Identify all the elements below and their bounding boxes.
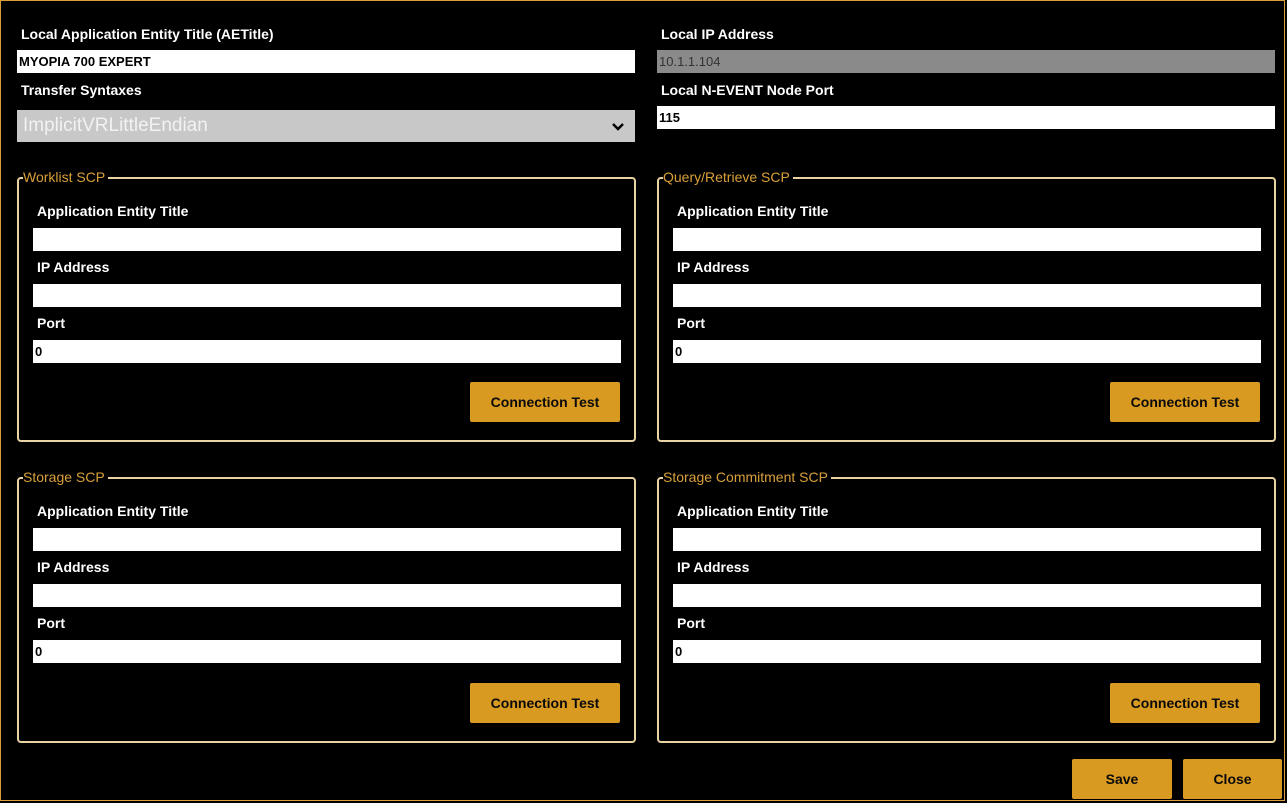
port-label: Port: [677, 615, 705, 631]
storage-commitment-scp-group: Storage Commitment SCP Application Entit…: [657, 469, 1276, 743]
ae-title-label: Application Entity Title: [37, 503, 189, 519]
storage-scp-group: Storage SCP Application Entity Title IP …: [17, 469, 636, 743]
worklist-connection-test-button[interactable]: Connection Test: [470, 382, 620, 422]
close-button[interactable]: Close: [1183, 759, 1282, 799]
ip-address-label: IP Address: [37, 559, 110, 575]
local-ip-input: [657, 50, 1275, 73]
commitment-ip-input[interactable]: [673, 584, 1261, 607]
transfer-syntaxes-label: Transfer Syntaxes: [21, 82, 142, 98]
port-label: Port: [677, 315, 705, 331]
worklist-scp-group: Worklist SCP Application Entity Title IP…: [17, 169, 636, 442]
commitment-ae-title-input[interactable]: [673, 528, 1261, 551]
chevron-down-icon: [612, 123, 624, 131]
ae-title-label: Application Entity Title: [37, 203, 189, 219]
worklist-port-input[interactable]: [33, 340, 621, 363]
ip-address-label: IP Address: [677, 559, 750, 575]
port-label: Port: [37, 615, 65, 631]
storage-ip-input[interactable]: [33, 584, 621, 607]
worklist-scp-title: Worklist SCP: [23, 169, 109, 185]
local-ae-title-label: Local Application Entity Title (AETitle): [21, 26, 274, 42]
query-ip-input[interactable]: [673, 284, 1261, 307]
ae-title-label: Application Entity Title: [677, 203, 829, 219]
storage-commitment-scp-title: Storage Commitment SCP: [663, 469, 831, 485]
ae-title-label: Application Entity Title: [677, 503, 829, 519]
transfer-syntax-selected: ImplicitVRLittleEndian: [23, 115, 208, 136]
storage-ae-title-input[interactable]: [33, 528, 621, 551]
storage-port-input[interactable]: [33, 640, 621, 663]
ip-address-label: IP Address: [677, 259, 750, 275]
save-button[interactable]: Save: [1072, 759, 1172, 799]
query-retrieve-scp-group: Query/Retrieve SCP Application Entity Ti…: [657, 169, 1276, 442]
port-label: Port: [37, 315, 65, 331]
worklist-ae-title-input[interactable]: [33, 228, 621, 251]
commitment-connection-test-button[interactable]: Connection Test: [1110, 683, 1260, 723]
local-ae-title-input[interactable]: [17, 50, 635, 73]
local-ip-label: Local IP Address: [661, 26, 774, 42]
nevent-port-input[interactable]: [657, 106, 1275, 129]
nevent-port-label: Local N-EVENT Node Port: [661, 82, 834, 98]
query-ae-title-input[interactable]: [673, 228, 1261, 251]
transfer-syntax-dropdown[interactable]: ImplicitVRLittleEndian: [17, 110, 635, 142]
query-connection-test-button[interactable]: Connection Test: [1110, 382, 1260, 422]
storage-connection-test-button[interactable]: Connection Test: [470, 683, 620, 723]
commitment-port-input[interactable]: [673, 640, 1261, 663]
query-retrieve-scp-title: Query/Retrieve SCP: [663, 169, 793, 185]
storage-scp-title: Storage SCP: [23, 469, 108, 485]
worklist-ip-input[interactable]: [33, 284, 621, 307]
ip-address-label: IP Address: [37, 259, 110, 275]
query-port-input[interactable]: [673, 340, 1261, 363]
